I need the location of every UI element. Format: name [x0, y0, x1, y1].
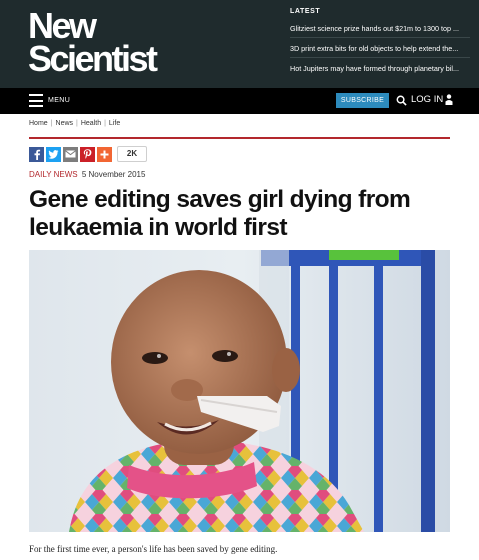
section-divider: [29, 137, 450, 139]
logo-line-2: Scientist: [28, 38, 158, 79]
latest-item[interactable]: Glitziest science prize hands out $21m t…: [290, 23, 470, 38]
article-section[interactable]: DAILY NEWS: [29, 170, 78, 179]
menu-button[interactable]: MENU: [29, 94, 70, 107]
search-icon[interactable]: [396, 95, 407, 106]
latest-item[interactable]: 3D print extra bits for old objects to h…: [290, 43, 470, 58]
breadcrumb-home[interactable]: Home: [29, 120, 48, 127]
breadcrumb-life[interactable]: Life: [109, 120, 120, 127]
share-bar: 2K: [29, 146, 147, 162]
twitter-icon[interactable]: [46, 146, 61, 162]
latest-item[interactable]: Hot Jupiters may have formed through pla…: [290, 63, 470, 77]
article-date: 5 November 2015: [81, 170, 146, 179]
hero-photo: [29, 250, 450, 532]
latest-news-panel: LATEST Glitziest science prize hands out…: [290, 8, 470, 82]
login-label: LOG IN: [411, 94, 444, 105]
article-meta: DAILY NEWS 5 November 2015: [29, 170, 145, 179]
latest-title: LATEST: [290, 8, 321, 15]
hero-image: [29, 250, 450, 532]
breadcrumb: Home | News | Health | Life: [29, 120, 121, 127]
subscribe-button[interactable]: SUBSCRIBE: [336, 93, 389, 108]
login-button[interactable]: LOG IN: [411, 94, 453, 105]
article-headline: Gene editing saves girl dying from leuka…: [29, 186, 411, 241]
nav-bar: MENU SUBSCRIBE LOG IN: [0, 88, 479, 114]
facebook-icon[interactable]: [29, 146, 44, 162]
share-count: 2K: [117, 146, 147, 162]
email-icon[interactable]: [63, 146, 78, 162]
menu-label: MENU: [48, 97, 71, 104]
breadcrumb-health[interactable]: Health: [81, 120, 101, 127]
pinterest-icon[interactable]: [80, 146, 95, 162]
article-intro: For the first time ever, a person's life…: [29, 544, 278, 554]
user-icon: [445, 94, 453, 105]
hamburger-icon: [29, 94, 43, 107]
plus-icon[interactable]: [97, 146, 112, 162]
site-header: New Scientist LATEST Glitziest science p…: [0, 0, 479, 88]
breadcrumb-news[interactable]: News: [56, 120, 74, 127]
site-logo[interactable]: New Scientist: [28, 8, 158, 79]
